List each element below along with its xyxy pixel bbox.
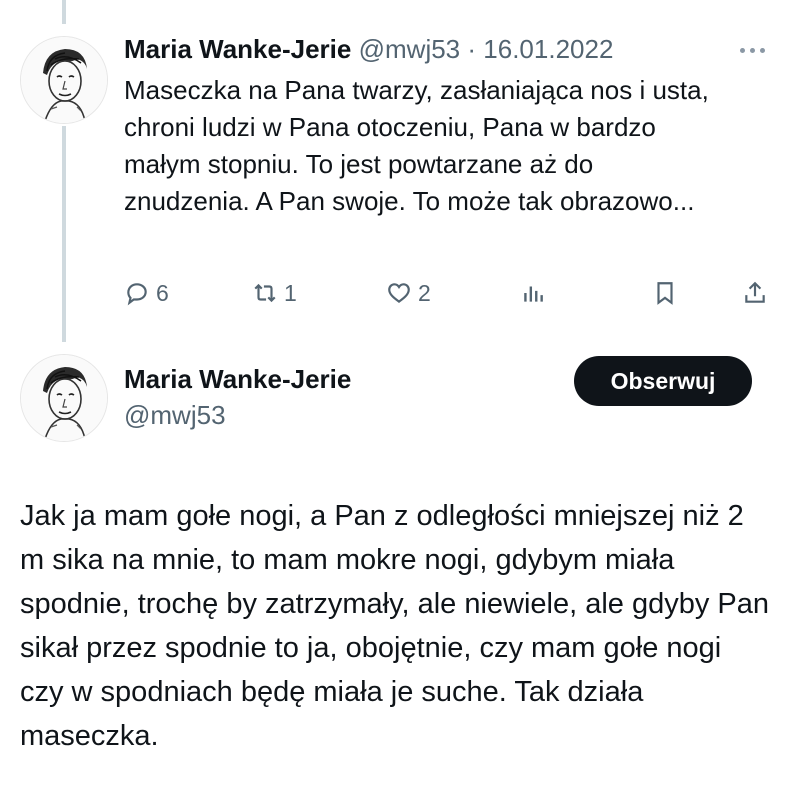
author-name[interactable]: Maria Wanke-Jerie [124, 34, 351, 64]
reply-tweet-text: Maseczka na Pana twarzy, zasłaniająca no… [124, 75, 709, 216]
thread-line-top [62, 0, 66, 24]
reply-header: Maria Wanke-Jerie @mwj53 · 16.01.2022 [124, 32, 613, 66]
heart-icon [388, 283, 410, 304]
author-name[interactable]: Maria Wanke-Jerie [124, 362, 351, 396]
separator-dot: · [467, 34, 477, 64]
reply-button[interactable]: 6 [124, 276, 169, 310]
speech-bubble-icon [127, 283, 147, 306]
share-button[interactable] [742, 276, 768, 310]
main-tweet-text: Jak ja mam gołe nogi, a Pan z odległości… [20, 500, 770, 752]
retweet-button[interactable]: 1 [252, 276, 297, 310]
reply-count: 6 [156, 279, 169, 306]
share-upload-icon [745, 281, 765, 303]
tweet-date[interactable]: 16.01.2022 [483, 34, 613, 64]
avatar-sketch-icon [21, 37, 107, 123]
tweet-actions: 6 1 2 [124, 276, 774, 310]
retweet-icon [254, 283, 276, 303]
avatar-sketch-icon [21, 355, 107, 441]
views-button[interactable] [520, 276, 546, 310]
avatar[interactable] [20, 36, 108, 124]
more-dots-icon[interactable] [732, 34, 772, 66]
bookmark-icon [657, 282, 673, 305]
like-button[interactable]: 2 [386, 276, 431, 310]
like-count: 2 [418, 279, 431, 306]
retweet-count: 1 [284, 279, 297, 306]
thread-connector-line [62, 126, 66, 342]
follow-button[interactable]: Obserwuj [574, 356, 752, 406]
author-handle[interactable]: @mwj53 [359, 34, 461, 64]
author-handle[interactable]: @mwj53 [124, 398, 226, 432]
bookmark-button[interactable] [652, 276, 678, 310]
avatar[interactable] [20, 354, 108, 442]
bar-chart-icon [524, 286, 543, 302]
